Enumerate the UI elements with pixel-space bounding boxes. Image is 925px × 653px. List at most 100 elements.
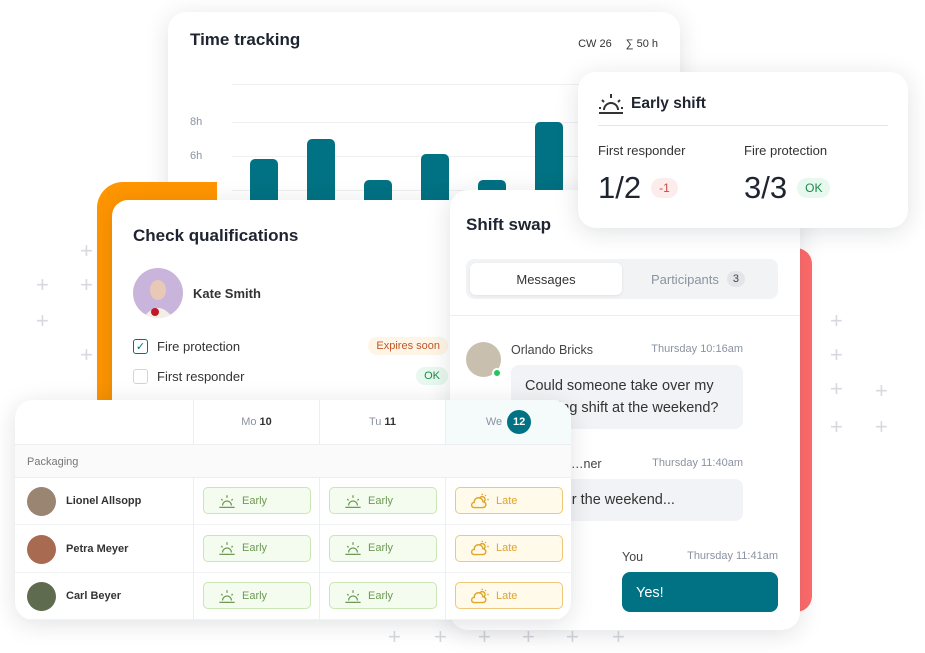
stat-value: 3/3 (744, 170, 788, 205)
day-name: We (485, 416, 503, 428)
stat-first-responder: First responder 1/2 -1 (598, 143, 685, 206)
shift-early[interactable]: Early (203, 487, 311, 514)
sunrise-icon (219, 542, 235, 555)
avatar (27, 487, 56, 516)
avatar (133, 268, 183, 318)
avatar (27, 582, 56, 611)
tab-bar: Messages Participants 3 (466, 259, 778, 299)
checkbox-checked[interactable]: ✓ (133, 338, 148, 354)
shift-early[interactable]: Early (203, 534, 311, 562)
shift-label: Late (496, 494, 518, 507)
schedule-card: Mo 10 Tu 11 We 12 Packaging Lionel Allsopp E… (15, 400, 571, 620)
y-tick: 8h (190, 116, 203, 128)
message-author: Orlando Bricks (511, 343, 593, 357)
day-date: 11 (384, 416, 397, 428)
person-name: Kate Smith (193, 286, 261, 301)
count-badge: 3 (726, 271, 746, 287)
card-title: Shift swap (466, 215, 552, 234)
day-header-today[interactable]: We 12 (445, 400, 571, 444)
shift-late[interactable]: Late (455, 534, 563, 562)
cloud-sun-icon (470, 493, 489, 508)
message-author: …ner (571, 457, 602, 471)
plus-decoration: + (830, 376, 843, 401)
sunrise-icon (345, 589, 361, 603)
plus-decoration: + (80, 342, 93, 367)
plus-decoration: + (36, 272, 49, 297)
card-title: Time tracking (190, 30, 301, 49)
status-badge: Expires soon (368, 337, 448, 355)
shift-label: Early (242, 542, 268, 554)
day-date: 10 (259, 416, 272, 428)
divider (450, 315, 800, 316)
cloud-sun-icon (470, 588, 489, 603)
schedule-row: Carl Beyer Early Early Late (15, 573, 571, 620)
group-label: Packaging (15, 444, 571, 478)
online-indicator (492, 368, 502, 378)
calendar-week: CW 26 (578, 38, 612, 50)
day-name: Tu (368, 416, 382, 428)
sunrise-icon (219, 589, 235, 603)
person-name: Petra Meyer (66, 542, 129, 555)
day-header[interactable]: Tu 11 (319, 400, 445, 444)
card-title: Check qualifications (133, 226, 299, 245)
qualification-row[interactable]: ✓ Fire protection Expires soon (133, 335, 448, 357)
shift-label: Early (368, 589, 394, 602)
schedule-row: Petra Meyer Early Early Late (15, 526, 571, 573)
status-badge: OK (416, 367, 448, 385)
message-time: Thursday 11:40am (652, 457, 743, 469)
checkbox[interactable] (133, 368, 148, 384)
plus-decoration: + (830, 342, 843, 367)
divider (319, 478, 320, 620)
tab-label: Participants (650, 271, 719, 287)
shift-label: Early (242, 589, 268, 602)
shift-late[interactable]: Late (455, 487, 563, 514)
plus-decoration: + (388, 624, 401, 649)
check-qualifications-card: Check qualifications Kate Smith ✓ Fire pr… (112, 200, 462, 415)
shift-label: Late (496, 589, 518, 602)
sunrise-icon (345, 494, 361, 508)
shift-early[interactable]: Early (203, 582, 311, 609)
stat-fire-protection: Fire protection 3/3 OK (744, 143, 831, 206)
avatar (27, 534, 56, 564)
y-tick: 6h (190, 150, 203, 162)
plus-decoration: + (36, 308, 49, 333)
shift-label: Early (242, 494, 268, 507)
day-name: Mo (241, 416, 257, 428)
qualification-label: Fire protection (157, 338, 241, 354)
plus-decoration: + (875, 378, 888, 403)
sunrise-icon (219, 494, 235, 508)
card-title: Early shift (631, 95, 706, 112)
qualification-row[interactable]: First responder OK (133, 365, 448, 387)
sunrise-icon (599, 94, 623, 114)
plus-decoration: + (830, 308, 843, 333)
stat-badge: -1 (651, 178, 678, 198)
total-hours: ∑ 50 h (625, 38, 658, 50)
message-bubble: Yes! (622, 572, 778, 612)
plus-decoration: + (830, 414, 843, 439)
schedule-row: Lionel Allsopp Early Early Late (15, 478, 571, 525)
stat-label: Fire protection (744, 143, 828, 158)
shift-early[interactable]: Early (329, 582, 437, 609)
divider (598, 125, 888, 126)
cloud-sun-icon (470, 540, 489, 556)
tab-messages[interactable]: Messages (470, 263, 622, 295)
plus-decoration: + (80, 272, 93, 297)
sunrise-icon (345, 542, 361, 555)
shift-early[interactable]: Early (329, 534, 437, 562)
stat-value: 1/2 (598, 170, 642, 205)
person-name: Lionel Allsopp (66, 495, 142, 507)
tab-participants[interactable]: Participants 3 (622, 263, 774, 295)
shift-late[interactable]: Late (455, 582, 563, 609)
early-shift-card: Early shift First responder 1/2 -1 Fire pr… (578, 72, 908, 228)
today-badge: 12 (507, 410, 532, 434)
day-header[interactable]: Mo 10 (193, 400, 319, 444)
plus-decoration: + (80, 238, 93, 263)
person-name: Carl Beyer (66, 590, 122, 602)
plus-decoration: + (875, 414, 888, 439)
plus-decoration: + (434, 624, 447, 649)
qualification-label: First responder (157, 368, 245, 384)
shift-label: Early (368, 542, 394, 554)
divider (445, 478, 446, 620)
message-time: Thursday 10:16am (651, 343, 743, 355)
shift-early[interactable]: Early (329, 487, 437, 514)
